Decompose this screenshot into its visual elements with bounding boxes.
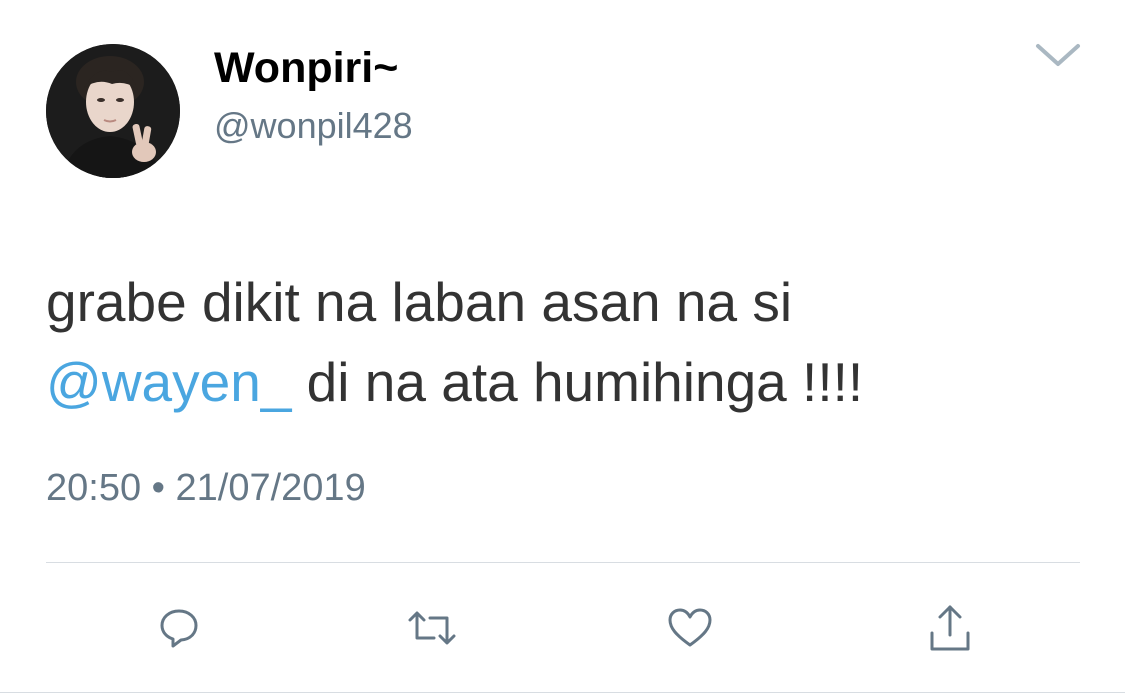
author-handle[interactable]: @wonpil428 <box>214 102 413 150</box>
like-button[interactable] <box>662 600 718 656</box>
heart-icon <box>666 606 714 650</box>
chevron-down-icon[interactable] <box>1032 36 1084 76</box>
share-icon <box>926 603 974 653</box>
tweet-timestamp[interactable]: 20:50 • 21/07/2019 <box>46 462 366 514</box>
share-button[interactable] <box>922 600 978 656</box>
author-display-name[interactable]: Wonpiri~ <box>214 40 398 96</box>
reply-icon <box>157 606 201 650</box>
reply-button[interactable] <box>151 600 207 656</box>
tweet-text-line-2: di na ata humihinga !!!! <box>291 351 864 413</box>
tweet-text: grabe dikit na laban asan na si @wayen_ … <box>46 262 1086 422</box>
retweet-icon <box>406 606 458 650</box>
bottom-divider <box>0 692 1125 693</box>
mention-link[interactable]: @wayen_ <box>46 351 291 413</box>
avatar[interactable] <box>46 44 180 178</box>
divider <box>46 562 1080 563</box>
retweet-button[interactable] <box>404 600 460 656</box>
tweet-text-line-1: grabe dikit na laban asan na si <box>46 271 793 333</box>
